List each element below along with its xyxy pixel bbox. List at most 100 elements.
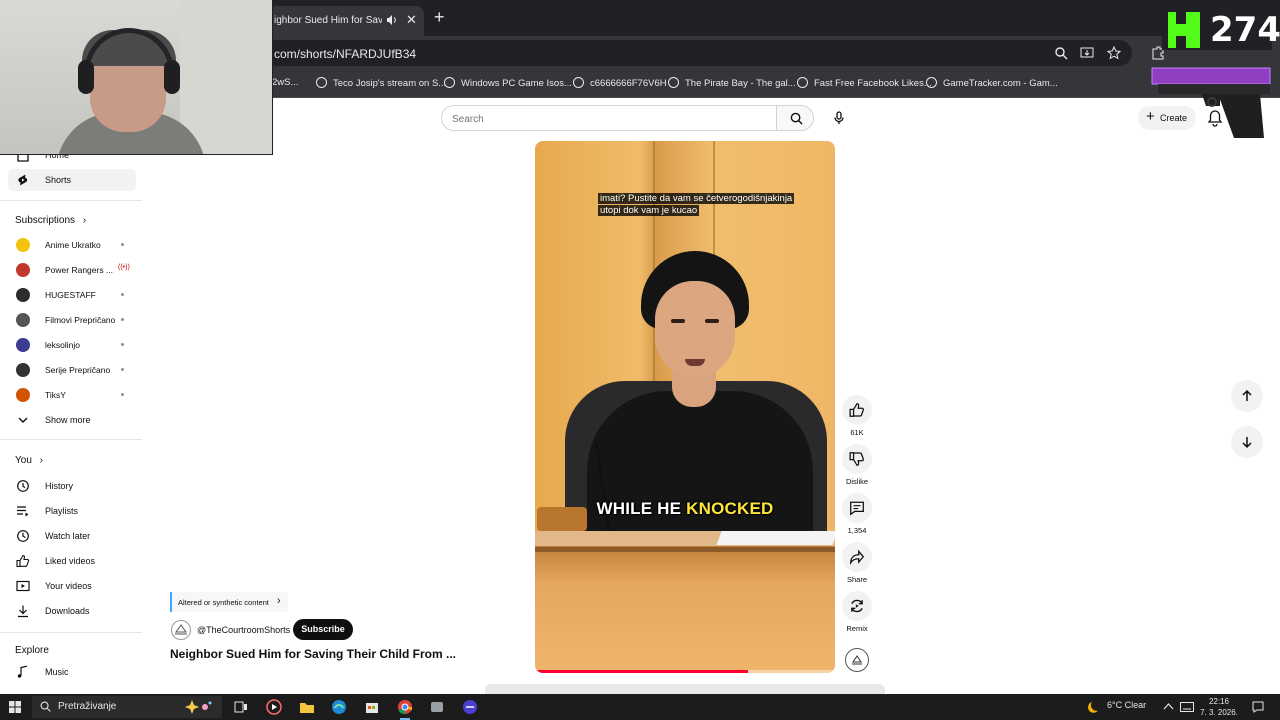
courtroom-logo-icon xyxy=(852,655,862,665)
windows-start-icon[interactable] xyxy=(9,701,21,713)
sidebar-item-watch-later[interactable]: Watch later xyxy=(8,525,136,547)
task-view-icon[interactable] xyxy=(232,698,250,716)
live-icon: ((•)) xyxy=(118,264,130,271)
weather-text[interactable]: 6°C Clear xyxy=(1107,700,1146,710)
subscription-item[interactable]: TiksY xyxy=(8,384,136,406)
search-highlight-icon xyxy=(185,700,212,714)
share-button[interactable]: Share xyxy=(838,542,876,584)
channel-avatar xyxy=(16,313,30,327)
sidebar-item-music[interactable]: Music xyxy=(8,661,136,683)
new-content-dot xyxy=(121,343,124,346)
speaker-icon[interactable] xyxy=(386,14,398,26)
keyboard-icon[interactable] xyxy=(1180,702,1194,712)
subscription-item[interactable]: leksolinjo xyxy=(8,334,136,356)
sound-source-button[interactable] xyxy=(838,648,876,672)
remix-button[interactable]: Remix xyxy=(838,591,876,633)
new-tab-button[interactable]: + xyxy=(434,8,445,26)
subscription-item[interactable]: Serije Prepričano xyxy=(8,359,136,381)
sidebar-item-playlists[interactable]: Playlists xyxy=(8,500,136,522)
like-button[interactable]: 61K xyxy=(838,395,876,437)
short-title[interactable]: Neighbor Sued Him for Saving Their Child… xyxy=(170,647,456,661)
subscriptions-header[interactable]: Subscriptions › xyxy=(15,215,86,226)
subscription-item[interactable]: Anime Ukratko xyxy=(8,234,136,256)
next-short-button[interactable] xyxy=(1231,426,1263,458)
thumbs-down-icon xyxy=(849,452,865,466)
previous-short-button[interactable] xyxy=(1231,380,1263,412)
video-progress-bar[interactable] xyxy=(535,670,835,673)
show-more-button[interactable]: Show more xyxy=(8,409,136,431)
chevron-down-icon xyxy=(18,417,28,423)
app-icon[interactable] xyxy=(461,698,479,716)
bookmark-item[interactable]: GameTracker.com - Gam... xyxy=(926,77,1058,89)
globe-icon xyxy=(316,77,327,88)
app-icon[interactable] xyxy=(428,698,446,716)
tab-title: ighbor Sued Him for Saving Th xyxy=(274,15,382,26)
bookmark-item[interactable]: 2wS... xyxy=(272,77,298,88)
explore-header: Explore xyxy=(15,645,49,656)
kick-logo-icon xyxy=(1176,12,1186,24)
taskbar-search[interactable]: Pretraživanje xyxy=(32,696,222,718)
video-frame-detail xyxy=(671,319,685,323)
bookmark-item[interactable]: The Pirate Bay - The gal... xyxy=(668,77,796,89)
chevron-up-icon[interactable] xyxy=(1163,702,1174,711)
channel-avatar xyxy=(16,363,30,377)
comments-button[interactable]: 1,354 xyxy=(838,493,876,535)
you-header[interactable]: You › xyxy=(15,455,43,466)
system-clock[interactable]: 22:16 7. 3. 2026. xyxy=(1200,696,1238,718)
subscription-item[interactable]: HUGESTAFF xyxy=(8,284,136,306)
next-short-preview[interactable] xyxy=(485,684,885,694)
channel-handle[interactable]: @TheCourtroomShorts xyxy=(197,625,290,635)
channel-avatar xyxy=(16,263,30,277)
kick-logo-icon xyxy=(1176,36,1186,48)
install-app-icon[interactable] xyxy=(1080,46,1094,60)
bookmark-star-icon[interactable] xyxy=(1107,46,1121,60)
download-icon xyxy=(18,605,28,618)
sidebar-item-downloads[interactable]: Downloads xyxy=(8,600,136,622)
voice-search-button[interactable] xyxy=(826,105,852,131)
search-input[interactable] xyxy=(452,111,752,127)
screen: ighbor Sued Him for Saving Th ✕ + com/sh… xyxy=(0,0,1280,720)
address-bar[interactable]: com/shorts/NFARDJUfB34 xyxy=(262,40,1132,66)
subscribe-button[interactable]: Subscribe xyxy=(293,619,353,640)
file-explorer-icon[interactable] xyxy=(298,698,316,716)
subscription-item[interactable]: Power Rangers ... ((•)) xyxy=(8,259,136,281)
bookmark-item[interactable]: Teco Josip's stream on S... xyxy=(316,77,446,89)
channel-avatar xyxy=(16,238,30,252)
taskbar: Pretraživanje 6°C Clear 22:16 7. 3. 2026… xyxy=(0,694,1280,720)
altered-content-label[interactable]: Altered or synthetic content › xyxy=(170,592,288,612)
channel-avatar xyxy=(16,338,30,352)
dislike-button[interactable]: Dislike xyxy=(838,444,876,486)
browser-tab-active[interactable]: ighbor Sued Him for Saving Th ✕ xyxy=(262,6,424,36)
new-content-dot xyxy=(121,393,124,396)
sidebar-item-liked-videos[interactable]: Liked videos xyxy=(8,550,136,572)
media-player-icon[interactable] xyxy=(265,698,283,716)
sidebar-item-shorts[interactable]: Shorts xyxy=(8,169,136,191)
search-box[interactable] xyxy=(441,105,777,131)
sidebar-item-your-videos[interactable]: Your videos xyxy=(8,575,136,597)
weather-moon-icon xyxy=(1088,702,1098,713)
close-tab-icon[interactable]: ✕ xyxy=(406,13,417,27)
burned-in-caption: WHILE HE KNOCKED xyxy=(596,499,774,518)
notifications-icon[interactable] xyxy=(1252,701,1264,713)
shorts-icon xyxy=(18,174,28,186)
bookmark-item[interactable]: Windows PC Game Isos... xyxy=(444,77,572,89)
globe-icon xyxy=(926,77,937,88)
webcam-overlay xyxy=(0,0,273,155)
chevron-right-icon: › xyxy=(82,215,87,226)
microphone-icon xyxy=(834,111,844,124)
bookmark-item[interactable]: Fast Free Facebook Likes... xyxy=(797,77,932,89)
sidebar-item-history[interactable]: History xyxy=(8,475,136,497)
share-label: Share xyxy=(846,575,867,584)
remix-icon xyxy=(851,599,863,613)
chrome-icon[interactable] xyxy=(396,698,414,720)
store-icon[interactable] xyxy=(363,698,381,716)
zoom-icon[interactable] xyxy=(1054,46,1068,60)
bookmark-item[interactable]: c6666666F76V6H xyxy=(573,77,667,89)
edge-browser-icon[interactable] xyxy=(330,698,348,716)
short-video-player[interactable]: imati? Pustite da vam se četverogodišnja… xyxy=(535,141,835,673)
remix-label: Remix xyxy=(846,624,868,633)
search-button[interactable] xyxy=(776,105,814,131)
channel-avatar[interactable] xyxy=(171,620,191,640)
subscription-item[interactable]: Filmovi Prepričano xyxy=(8,309,136,331)
dislike-label: Dislike xyxy=(845,477,869,486)
